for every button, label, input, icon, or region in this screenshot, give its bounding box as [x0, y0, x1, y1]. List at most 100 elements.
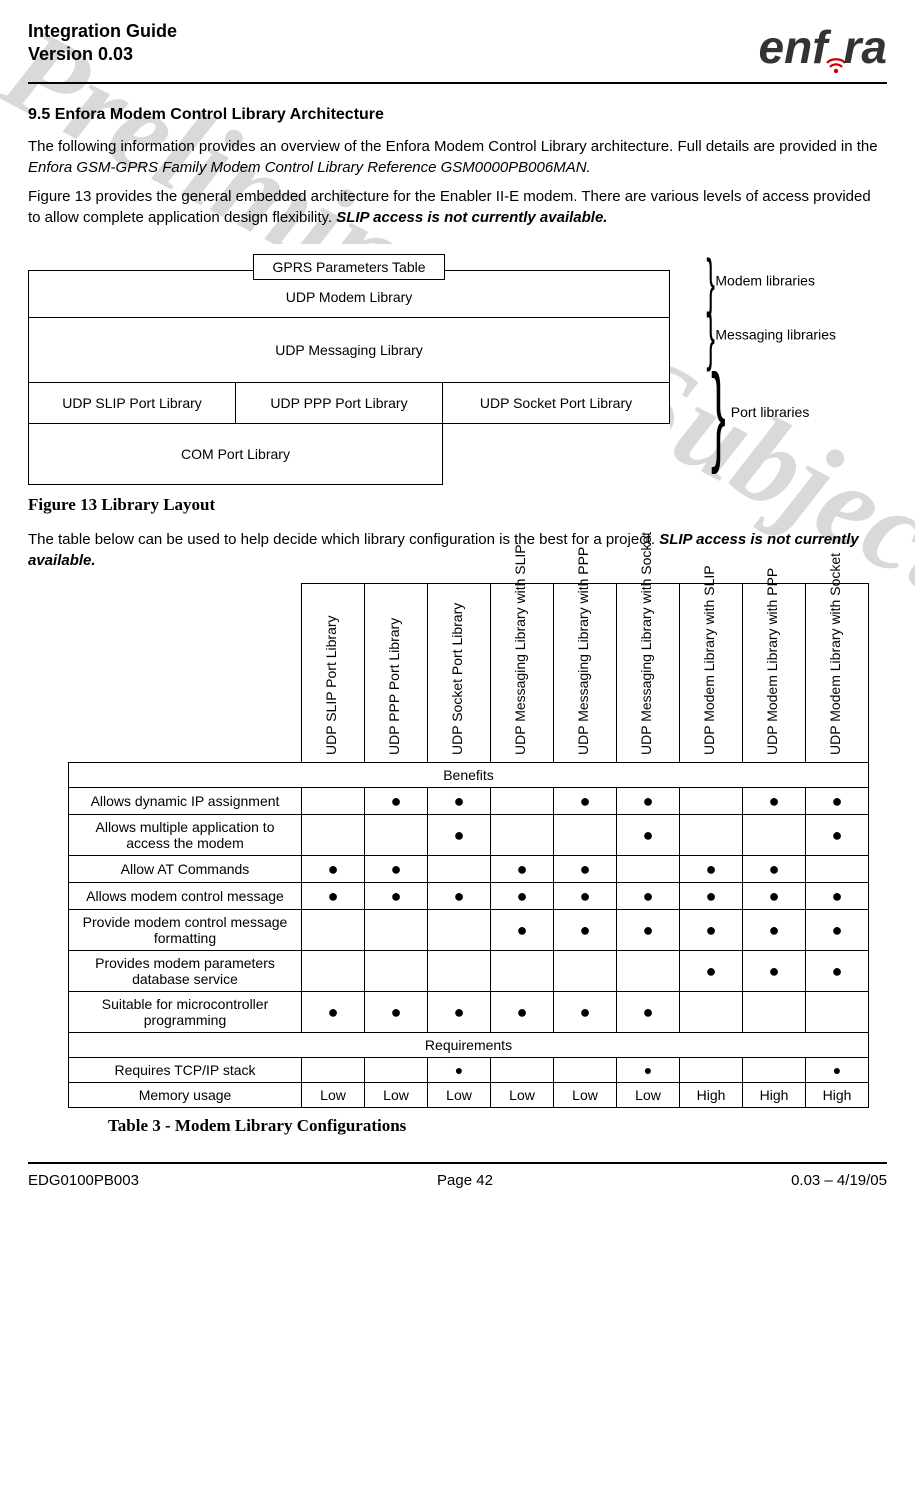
section-title: Enfora Modem Control Library Architectur… — [55, 106, 384, 123]
para2-note: SLIP access is not currently available. — [336, 209, 607, 226]
annot-modem: Modem libraries — [715, 273, 815, 289]
cell: ● — [806, 1058, 869, 1083]
cell: ● — [743, 788, 806, 815]
library-config-table: UDP SLIP Port LibraryUDP PPP Port Librar… — [68, 583, 869, 1108]
cell: High — [806, 1083, 869, 1108]
cell — [302, 951, 365, 992]
cell: ● — [806, 788, 869, 815]
page-footer: EDG0100PB003 Page 42 0.03 – 4/19/05 — [28, 1162, 887, 1189]
cell: ● — [365, 992, 428, 1033]
cell: ● — [428, 815, 491, 856]
cell: ● — [680, 856, 743, 883]
cell: ● — [428, 883, 491, 910]
cell: ● — [554, 788, 617, 815]
figure-caption: Figure 13 Library Layout — [28, 495, 887, 515]
annot-messaging: Messaging libraries — [715, 327, 836, 343]
cell: ● — [680, 883, 743, 910]
row-label: Allows modem control message — [69, 883, 302, 910]
udp-msg-lib: UDP Messaging Library — [29, 318, 670, 383]
cell: ● — [554, 883, 617, 910]
requirements-header: Requirements — [69, 1033, 869, 1058]
header-title-1: Integration Guide — [28, 20, 177, 43]
cell — [491, 815, 554, 856]
row-label: Suitable for microcontroller programming — [69, 992, 302, 1033]
col-header: UDP PPP Port Library — [365, 584, 428, 763]
cell — [428, 951, 491, 992]
cell: ● — [743, 883, 806, 910]
cell — [365, 815, 428, 856]
cell: High — [680, 1083, 743, 1108]
cell: ● — [617, 815, 680, 856]
cell — [302, 788, 365, 815]
cell: ● — [680, 910, 743, 951]
cell — [680, 1058, 743, 1083]
cell: ● — [554, 992, 617, 1033]
row-label: Memory usage — [69, 1083, 302, 1108]
cell: Low — [302, 1083, 365, 1108]
cell — [806, 856, 869, 883]
cell: ● — [428, 992, 491, 1033]
cell — [365, 951, 428, 992]
col-header: UDP Messaging Library with SLIP — [491, 584, 554, 763]
para1-ref: Enfora GSM-GPRS Family Modem Control Lib… — [28, 159, 591, 176]
cell — [680, 992, 743, 1033]
cell: Low — [491, 1083, 554, 1108]
cell: ● — [302, 992, 365, 1033]
cell — [554, 815, 617, 856]
cell — [428, 856, 491, 883]
cell: ● — [302, 856, 365, 883]
footer-right: 0.03 – 4/19/05 — [791, 1172, 887, 1189]
architecture-diagram: GPRS Parameters Table UDP Modem Library … — [28, 244, 887, 485]
col-header: UDP Socket Port Library — [428, 584, 491, 763]
row-label: Allows dynamic IP assignment — [69, 788, 302, 815]
cell — [743, 992, 806, 1033]
logo-text-post: ra — [844, 20, 887, 74]
annot-port: Port libraries — [731, 404, 810, 420]
col-header: UDP Modem Library with PPP — [743, 584, 806, 763]
cell — [491, 951, 554, 992]
cell — [302, 815, 365, 856]
cell: ● — [680, 951, 743, 992]
para1-text: The following information provides an ov… — [28, 138, 878, 155]
cell: ● — [491, 883, 554, 910]
cell: ● — [617, 1058, 680, 1083]
cell — [680, 815, 743, 856]
col-header: UDP Modem Library with SLIP — [680, 584, 743, 763]
cell: Low — [365, 1083, 428, 1108]
cell — [617, 951, 680, 992]
cell — [491, 1058, 554, 1083]
gprs-box: GPRS Parameters Table — [253, 254, 444, 280]
col-header: UDP Modem Library with Socket — [806, 584, 869, 763]
cell: ● — [365, 856, 428, 883]
cell: ● — [617, 910, 680, 951]
footer-center: Page 42 — [437, 1172, 493, 1189]
para3-text: The table below can be used to help deci… — [28, 531, 659, 548]
cell — [302, 910, 365, 951]
cell — [365, 1058, 428, 1083]
cell: ● — [554, 856, 617, 883]
slip-port-lib: UDP SLIP Port Library — [29, 383, 236, 424]
diagram-annotations: }Modem libraries }Messaging libraries }P… — [670, 244, 836, 463]
enfora-logo: enf ra — [759, 20, 887, 74]
cell: ● — [428, 788, 491, 815]
cell: ● — [806, 910, 869, 951]
cell — [743, 1058, 806, 1083]
col-header: UDP Messaging Library with PPP — [554, 584, 617, 763]
com-port-lib: COM Port Library — [29, 424, 443, 485]
socket-port-lib: UDP Socket Port Library — [443, 383, 670, 424]
cell — [491, 788, 554, 815]
paragraph-2: Figure 13 provides the general embedded … — [28, 186, 887, 228]
cell — [428, 910, 491, 951]
section-number: 9.5 — [28, 106, 50, 123]
cell: ● — [365, 883, 428, 910]
footer-left: EDG0100PB003 — [28, 1172, 139, 1189]
cell — [806, 992, 869, 1033]
cell: ● — [806, 883, 869, 910]
cell: ● — [491, 856, 554, 883]
row-label: Provides modem parameters database servi… — [69, 951, 302, 992]
cell: ● — [302, 883, 365, 910]
row-label: Provide modem control message formatting — [69, 910, 302, 951]
cell: ● — [743, 910, 806, 951]
ppp-port-lib: UDP PPP Port Library — [236, 383, 443, 424]
cell — [554, 951, 617, 992]
